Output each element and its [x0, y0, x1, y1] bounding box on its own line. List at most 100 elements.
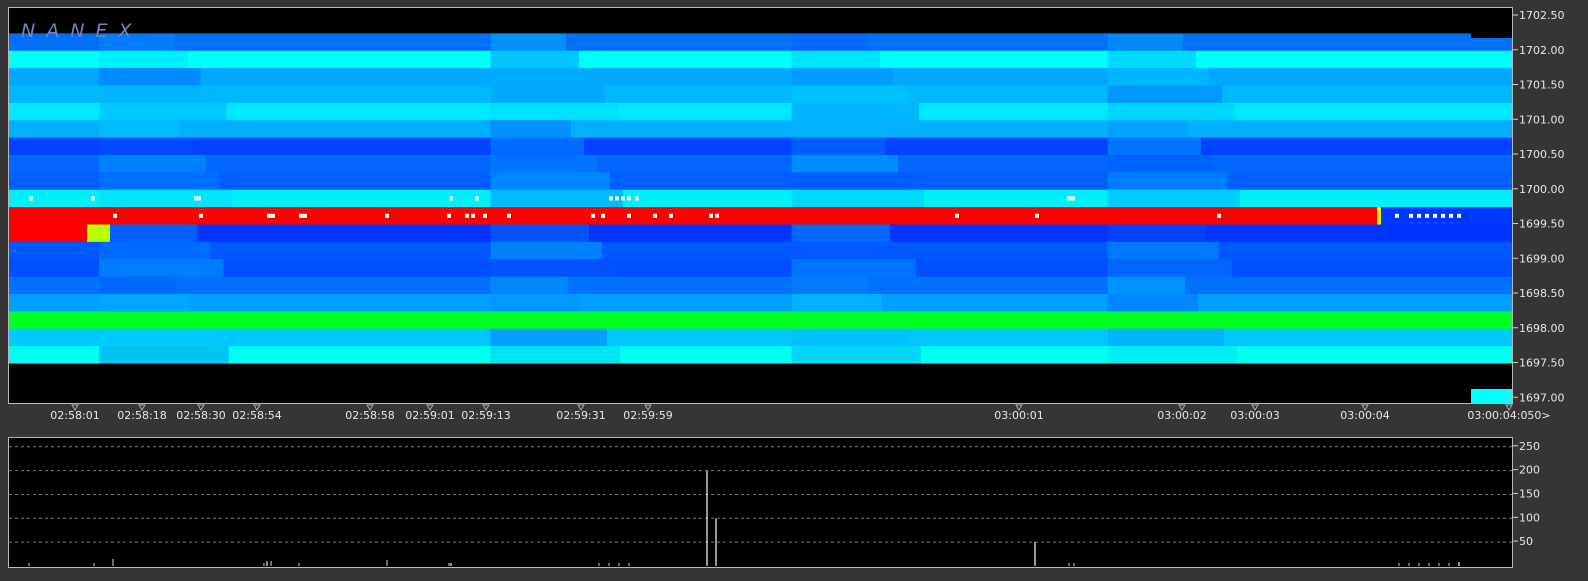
trade-marker — [1417, 213, 1421, 218]
trade-marker — [1449, 213, 1453, 218]
heatmap-cell — [99, 120, 180, 139]
trade-marker — [1395, 213, 1399, 218]
heatmap-cell — [490, 85, 605, 104]
trade-marker — [91, 196, 95, 201]
heatmap-cell — [490, 137, 584, 156]
trade-marker — [303, 213, 307, 218]
heatmap-cell — [99, 172, 219, 191]
trade-marker — [669, 213, 673, 218]
time-tick-label: 02:59:31 — [556, 409, 605, 422]
heatmap-row — [9, 328, 1512, 347]
heatmap-cell — [1107, 294, 1198, 312]
time-marker — [1361, 404, 1369, 411]
price-tick-label: 1701.50 — [1519, 79, 1565, 92]
time-marker — [482, 404, 490, 411]
trade-marker — [601, 213, 605, 218]
heatmap-cell — [490, 189, 623, 208]
time-marker — [577, 404, 585, 411]
time-tick-label: 02:58:18 — [117, 409, 166, 422]
heatmap-row — [9, 294, 1512, 312]
trade-marker — [653, 213, 657, 218]
trade-marker — [507, 213, 511, 218]
heatmap-cell — [99, 294, 190, 312]
heatmap-row — [9, 68, 1512, 87]
heatmap-cell — [99, 85, 214, 104]
trade-marker — [29, 196, 33, 201]
price-tick-label: 1697.00 — [1519, 391, 1565, 404]
time-marker — [366, 404, 374, 411]
volume-tick-label: 150 — [1519, 487, 1540, 500]
depth-heatmap — [9, 8, 1512, 403]
time-marker — [644, 404, 652, 411]
trade-marker — [385, 213, 389, 218]
time-tick-label: 02:59:59 — [623, 409, 672, 422]
heatmap-cell — [99, 241, 211, 260]
time-tick-label: 03:00:04 — [1340, 409, 1389, 422]
time-tick-label: 02:58:30 — [176, 409, 225, 422]
trade-marker — [615, 196, 619, 201]
price-tick-label: 1697.50 — [1519, 357, 1565, 370]
heatmap-cell — [791, 137, 885, 156]
heatmap-cell — [99, 155, 206, 173]
heatmap-cell — [791, 241, 903, 260]
heatmap-row — [9, 311, 1512, 330]
trade-marker — [113, 213, 117, 218]
heatmap-cell — [791, 155, 898, 173]
heatmap-cell — [791, 85, 906, 104]
heatmap-cell — [1471, 389, 1512, 403]
volume-chart — [9, 446, 1512, 566]
heatmap-cell — [490, 328, 607, 347]
price-tick-label: 1700.50 — [1519, 148, 1565, 161]
heatmap-row — [9, 137, 1512, 156]
time-marker — [1505, 404, 1513, 411]
trade-marker — [635, 196, 639, 201]
trade-marker — [1067, 196, 1071, 201]
trade-marker — [591, 213, 595, 218]
trade-marker — [471, 213, 475, 218]
heatmap-cell — [99, 137, 193, 156]
time-tick-label: 03:00:04:050> — [1467, 409, 1550, 422]
heatmap-cell — [791, 328, 908, 347]
heatmap-cell — [99, 346, 229, 365]
heatmap-cell — [490, 276, 568, 295]
heatmap-cell — [791, 50, 880, 69]
volume-tick-label: 200 — [1519, 464, 1540, 477]
time-tick-label: 03:00:02 — [1157, 409, 1206, 422]
heatmap-cell — [490, 102, 618, 121]
heatmap-cell — [1107, 50, 1196, 69]
time-marker — [426, 404, 434, 411]
price-tick-label: 1698.00 — [1519, 322, 1565, 335]
time-tick-label: 02:59:13 — [461, 409, 510, 422]
trade-marker — [955, 213, 959, 218]
heatmap-cell — [1107, 33, 1183, 52]
trade-marker — [197, 196, 201, 201]
trade-marker — [1433, 213, 1437, 218]
heatmap-cell — [99, 259, 224, 278]
trade-marker — [1409, 213, 1413, 218]
time-marker — [1015, 404, 1023, 411]
heatmap-cell — [490, 50, 579, 69]
heatmap-row — [9, 346, 1512, 365]
time-marker — [1178, 404, 1186, 411]
trade-marker — [627, 196, 631, 201]
heatmap-cell — [1107, 172, 1227, 191]
time-marker — [197, 404, 205, 411]
heatmap-row — [9, 50, 1512, 69]
heatmap-cell — [99, 224, 198, 243]
heatmap-cell — [1107, 241, 1219, 260]
heatmap-cell — [490, 155, 597, 173]
heatmap-cell — [791, 120, 872, 139]
heatmap-row — [9, 120, 1512, 139]
trade-marker — [627, 213, 631, 218]
heatmap-row — [9, 363, 1512, 382]
heatmap-cell — [490, 294, 581, 312]
heatmap-cell — [1379, 207, 1512, 225]
heatmap-cell — [791, 68, 893, 87]
heatmap-cell — [99, 276, 177, 295]
heatmap-cell — [1107, 276, 1185, 295]
heatmap-row — [9, 172, 1512, 191]
price-tick-label: 1701.00 — [1519, 113, 1565, 126]
heatmap-cell — [1107, 224, 1206, 243]
trade-marker — [709, 213, 713, 218]
time-tick-label: 03:00:03 — [1230, 409, 1279, 422]
